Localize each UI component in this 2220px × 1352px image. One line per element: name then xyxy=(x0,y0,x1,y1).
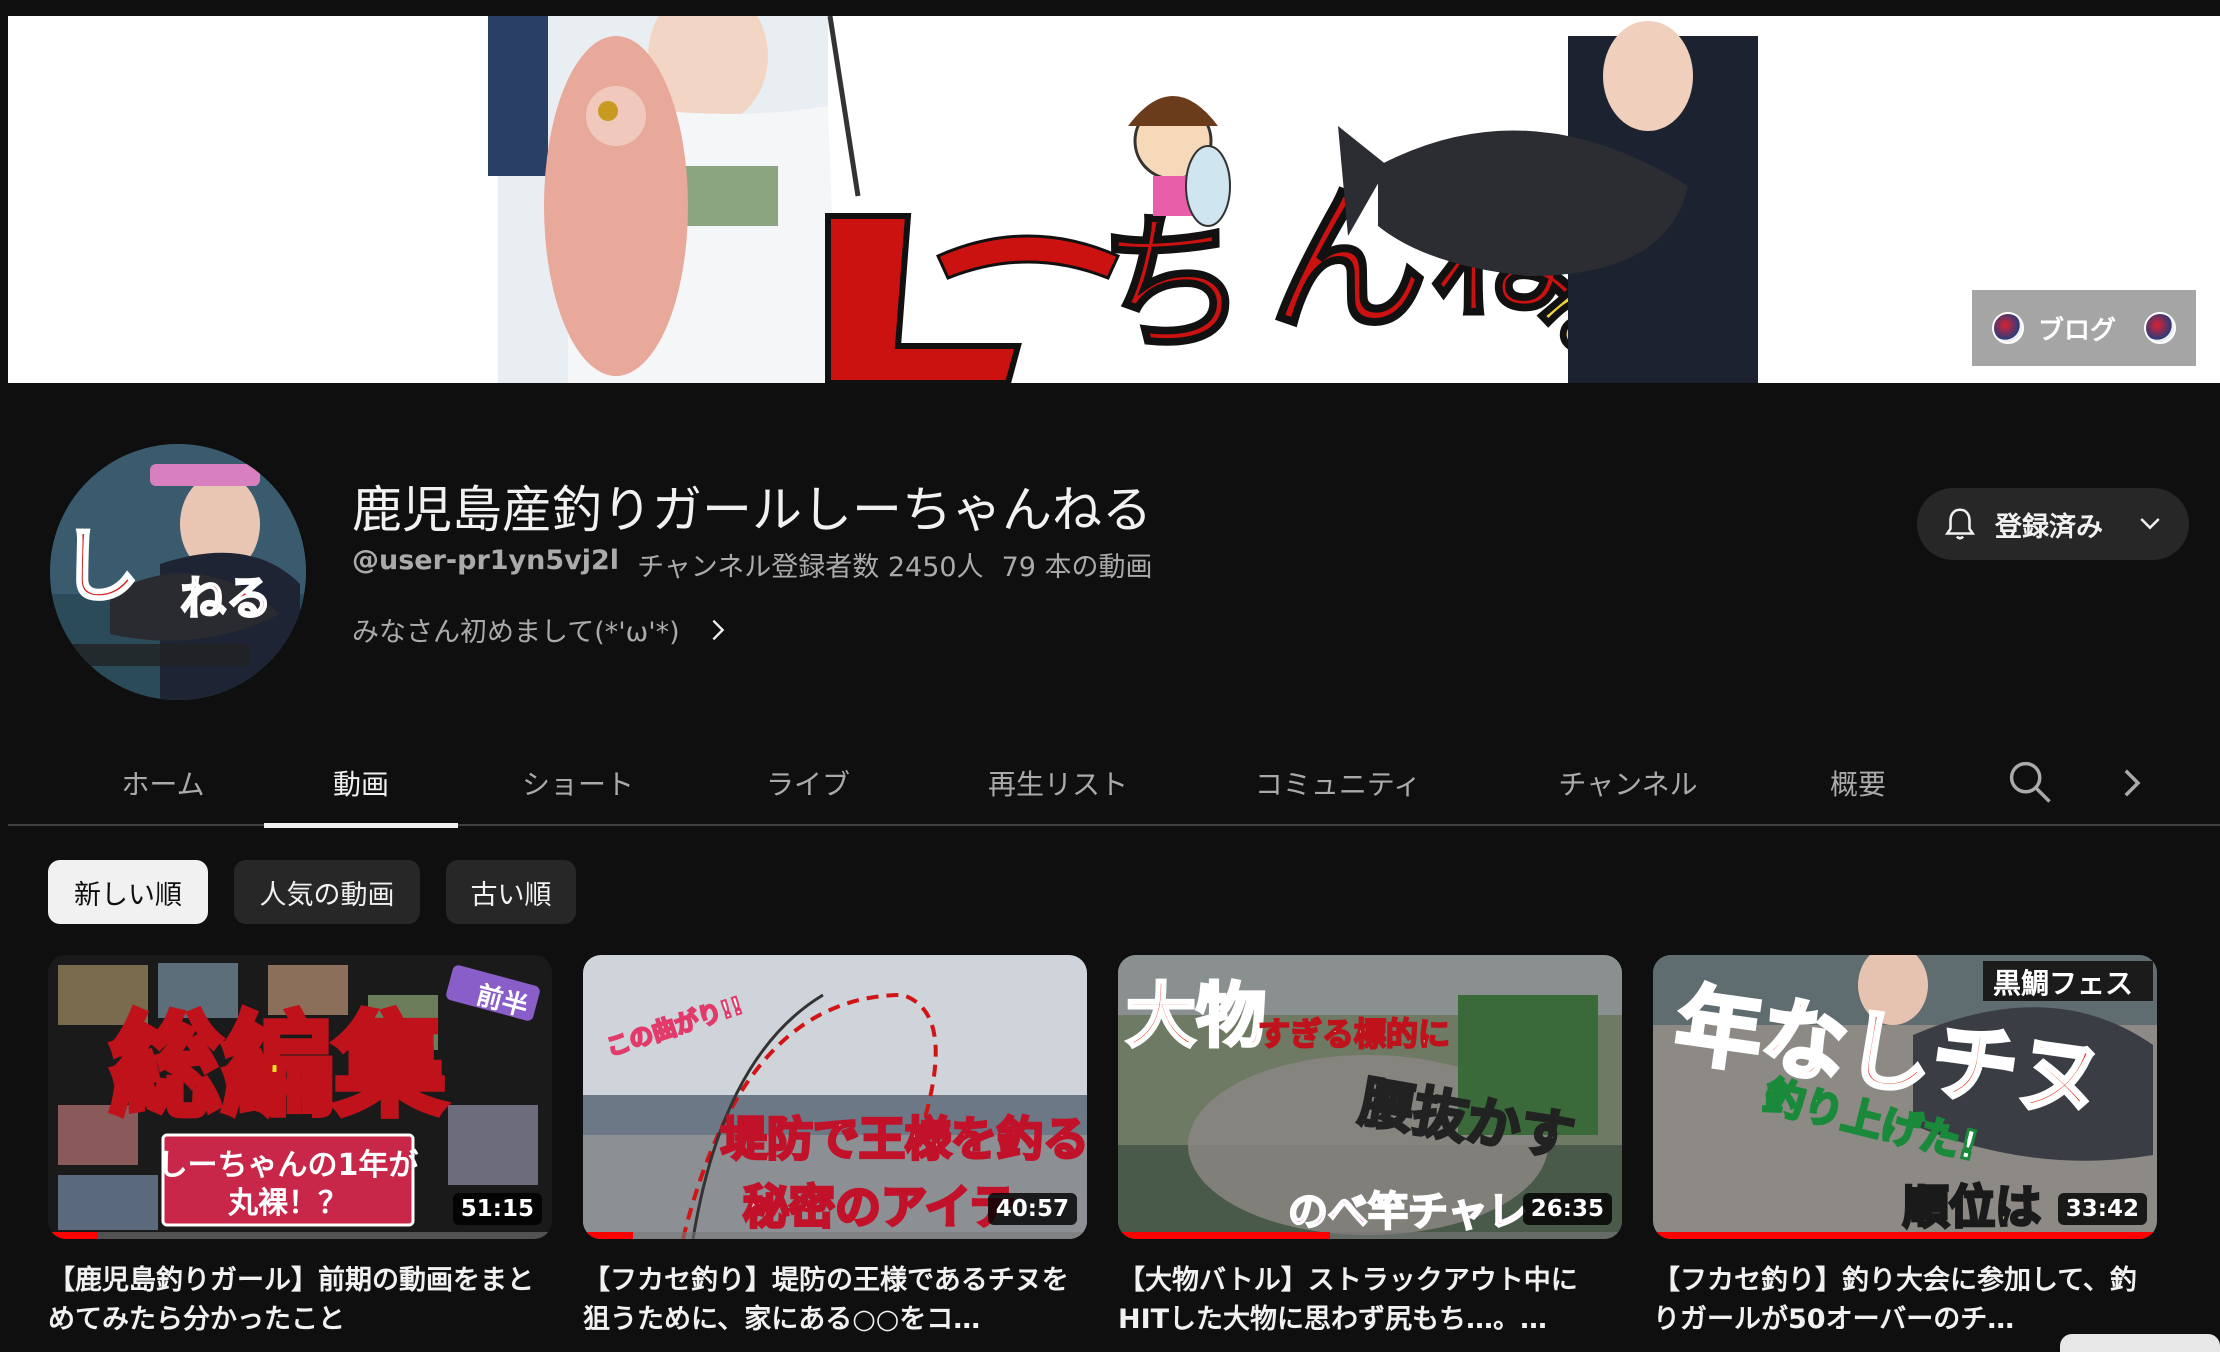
video-thumbnail[interactable]: この曲がり!! 堤防で王様を釣る 秘密のアイテ 40:57 xyxy=(583,955,1087,1239)
video-thumbnail[interactable]: 前半 総編集 しーちゃんの1年が 丸裸！？ 51:15 xyxy=(48,955,552,1239)
tab-label: チャンネル xyxy=(1558,768,1698,801)
tab-label: 再生リスト xyxy=(987,768,1128,801)
tab-label: 概要 xyxy=(1829,768,1886,801)
chip-newest[interactable]: 新しい順 xyxy=(48,860,208,924)
thumb-text: 秘密のアイテ xyxy=(743,1180,1016,1234)
channel-title: 鹿児島産釣りガールしーちゃんねる xyxy=(352,481,1152,539)
chevron-right-icon[interactable] xyxy=(2110,762,2152,804)
tab-about[interactable]: 概要 xyxy=(1808,740,1908,826)
video-card[interactable]: 黒鯛フェス 年なしチヌ 釣り上げた! 順位は 33:42 【フカセ釣り】釣り大会… xyxy=(1653,955,2157,1339)
video-title[interactable]: 【フカセ釣り】釣り大会に参加して、釣りガールが50オーバーのチ… xyxy=(1653,1261,2153,1339)
blog-favicon-icon xyxy=(1992,312,2024,344)
tab-videos[interactable]: 動画 xyxy=(264,740,458,828)
video-card[interactable]: この曲がり!! 堤防で王様を釣る 秘密のアイテ 40:57 【フカセ釣り】堤防の… xyxy=(583,955,1087,1339)
video-card[interactable]: 前半 総編集 しーちゃんの1年が 丸裸！？ 51:15 【鹿児島釣りガール】前期… xyxy=(48,955,552,1339)
tab-playlists[interactable]: 再生リスト xyxy=(958,740,1158,826)
video-duration: 33:42 xyxy=(2057,1193,2147,1225)
banner-link-label: ブログ xyxy=(2038,315,2117,346)
thumb-text: のべ竿チャレ xyxy=(1288,1189,1528,1235)
channel-avatar[interactable]: し ねる xyxy=(50,444,306,700)
avatar-artwork: し ねる xyxy=(50,444,306,700)
chevron-right-icon xyxy=(712,619,725,640)
channel-description[interactable]: みなさん初めまして(*'ω'*) xyxy=(352,610,732,649)
video-title[interactable]: 【フカセ釣り】堤防の王様であるチヌを狙うために、家にある○○をコ… xyxy=(583,1261,1083,1339)
tab-home[interactable]: ホーム xyxy=(98,740,228,826)
channel-description-text: みなさん初めまして(*'ω'*) xyxy=(352,617,680,648)
video-thumbnail[interactable]: 黒鯛フェス 年なしチヌ 釣り上げた! 順位は 33:42 xyxy=(1653,955,2157,1239)
thumb-text: しーちゃんの1年が xyxy=(158,1148,419,1183)
banner-artwork: ち ん ね る xyxy=(488,16,1758,383)
thumb-text: 順位は xyxy=(1903,1180,2041,1234)
thumb-text: 大物 xyxy=(1126,975,1266,1057)
bell-icon xyxy=(1944,508,1976,540)
tab-label: 動画 xyxy=(332,768,389,801)
tab-shorts[interactable]: ショート xyxy=(498,740,658,826)
watch-progress xyxy=(1118,1232,1330,1239)
thumb-text: 堤防で王様を釣る xyxy=(721,1112,1087,1166)
video-duration: 51:15 xyxy=(452,1193,542,1225)
video-thumbnail[interactable]: 大物 すぎる標的に 腰抜かす のべ竿チャレ 26:35 xyxy=(1118,955,1622,1239)
banner-blog-link[interactable]: ブログ xyxy=(1972,290,2196,366)
watch-progress-track xyxy=(583,1232,1087,1239)
video-title[interactable]: 【大物バトル】ストラックアウト中にHITした大物に思わず尻もち…。… xyxy=(1118,1261,1618,1339)
tab-label: ライブ xyxy=(765,768,850,801)
video-title[interactable]: 【鹿児島釣りガール】前期の動画をまとめてみたら分かったこと xyxy=(48,1261,548,1339)
tab-label: ホーム xyxy=(121,768,205,801)
video-count: 79 本の動画 xyxy=(1001,552,1153,583)
tab-label: ショート xyxy=(521,768,634,801)
channel-tabs: ホーム 動画 ショート ライブ 再生リスト コミュニティ チャンネル 概要 xyxy=(8,740,2220,828)
watch-progress xyxy=(1653,1232,2157,1239)
channel-handle: @user-pr1yn5vj2l xyxy=(352,545,620,576)
thumb-text: 総編集 xyxy=(110,1002,446,1132)
watch-progress-track xyxy=(48,1232,552,1239)
top-strip xyxy=(0,0,2220,16)
search-icon[interactable] xyxy=(2004,756,2056,808)
thumb-text: すぎる標的に xyxy=(1258,1015,1450,1053)
svg-text:し: し xyxy=(60,520,140,613)
chip-oldest[interactable]: 古い順 xyxy=(446,860,576,924)
tab-live[interactable]: ライブ xyxy=(738,740,878,826)
subscribed-label: 登録済み xyxy=(1995,511,2103,543)
watch-progress xyxy=(583,1232,634,1239)
tab-community[interactable]: コミュニティ xyxy=(1228,740,1448,826)
svg-text:ち: ち xyxy=(1098,198,1248,372)
thumb-text: 黒鯛フェス xyxy=(1993,967,2133,1000)
subscriber-count: チャンネル登録者数 2450人 xyxy=(637,552,984,583)
thumb-text: 丸裸！？ xyxy=(227,1186,348,1221)
channel-meta: @user-pr1yn5vj2l チャンネル登録者数 2450人 79 本の動画 xyxy=(352,545,1153,584)
tab-channels[interactable]: チャンネル xyxy=(1528,740,1728,826)
chevron-down-icon xyxy=(2140,518,2160,530)
video-duration: 40:57 xyxy=(987,1193,1077,1225)
tab-label: コミュニティ xyxy=(1254,768,1422,801)
subscribed-button[interactable]: 登録済み xyxy=(1917,488,2189,560)
chip-popular[interactable]: 人気の動画 xyxy=(234,860,420,924)
video-duration: 26:35 xyxy=(1522,1193,1612,1225)
svg-text:ねる: ねる xyxy=(180,571,272,625)
blog-favicon-icon xyxy=(2144,312,2176,344)
watch-progress xyxy=(48,1232,99,1239)
channel-banner: ち ん ね る ブログ xyxy=(8,16,2220,383)
tooltip-peek xyxy=(2060,1334,2220,1352)
video-card[interactable]: 大物 すぎる標的に 腰抜かす のべ竿チャレ 26:35 【大物バトル】ストラック… xyxy=(1118,955,1622,1339)
